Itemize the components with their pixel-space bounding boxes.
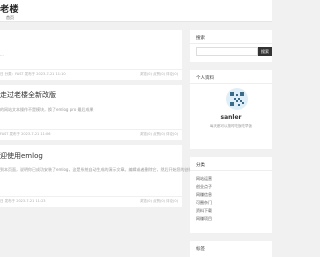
top-bar: 老楼 首页 [0,0,272,22]
post-title[interactable]: 走过老楼全新改版 [0,90,56,100]
post-list: ... 日 分类：FAST 发布于 2023-7-21 11:10 浏览(0) … [0,30,192,212]
post-excerpt: 的网站文本操作不是模块，换了emlog pro 最后成果 [0,107,94,112]
divider [0,69,182,70]
qr-code-icon [230,92,244,106]
divider [190,170,272,171]
post-stats: 浏览(0) 点赞(0) 评论(0) [139,132,178,136]
post-meta: FAST 发布于 2023-7-21 11:06 [0,132,51,136]
widget-title: 个人资料 [196,76,214,81]
search-input[interactable] [196,47,258,56]
category-item[interactable]: 网站运营 [196,176,212,182]
profile-description: 每天都可以按时吃饭吃早饭 [210,124,252,128]
divider [0,196,182,197]
avatar [226,88,248,110]
divider [190,43,272,44]
widget-title: 分类 [196,163,205,168]
widget-title: 搜索 [196,36,205,41]
category-item[interactable]: 可圈杂门 [196,200,212,206]
nav-home-link[interactable]: 首页 [6,15,14,21]
category-item[interactable]: 资料下载 [196,208,212,214]
post-card[interactable]: 迎使用emlog 到本页面，说明你已成功安装了emlog，这是系统自动生成的演示… [0,145,192,207]
profile-widget: 个人资料 sanler 每天都可以按时吃饭吃早饭 [190,70,272,149]
tag-widget: 标签 [190,241,272,257]
divider [0,129,182,130]
category-item[interactable]: 创业点子 [196,184,212,190]
category-widget: 分类 网站运营 创业点子 网赚信息 可圈杂门 资料下载 网赚项目 [190,157,272,233]
post-title[interactable]: 迎使用emlog [0,151,43,161]
post-excerpt: ... [0,52,4,57]
category-item[interactable]: 网赚信息 [196,192,212,198]
site-logo[interactable]: 老楼 [0,2,19,15]
widget-title: 标签 [196,247,205,252]
post-card[interactable]: 走过老楼全新改版 的网站文本操作不是模块，换了emlog pro 最后成果 FA… [0,85,182,140]
post-stats: 浏览(0) 点赞(0) 评论(0) [139,72,178,76]
post-card[interactable]: ... 日 分类：FAST 发布于 2023-7-21 11:10 浏览(0) … [0,30,182,80]
search-button[interactable]: 搜索 [258,47,272,56]
post-stats: 浏览(0) 点赞(0) 评论(0) [139,199,178,203]
post-excerpt: 到本页面，说明你已成功安装了emlog，这是系统自动生成的演示文章。编辑或者删除… [0,167,193,172]
category-item[interactable]: 网赚项目 [196,216,212,222]
post-meta: 日 发布于 2023-7-21 11:23 [0,199,46,203]
search-widget: 搜索 搜索 [190,30,272,62]
post-meta: 日 分类：FAST 发布于 2023-7-21 11:10 [0,72,66,76]
profile-name: sanler [220,114,242,121]
divider [190,83,272,84]
